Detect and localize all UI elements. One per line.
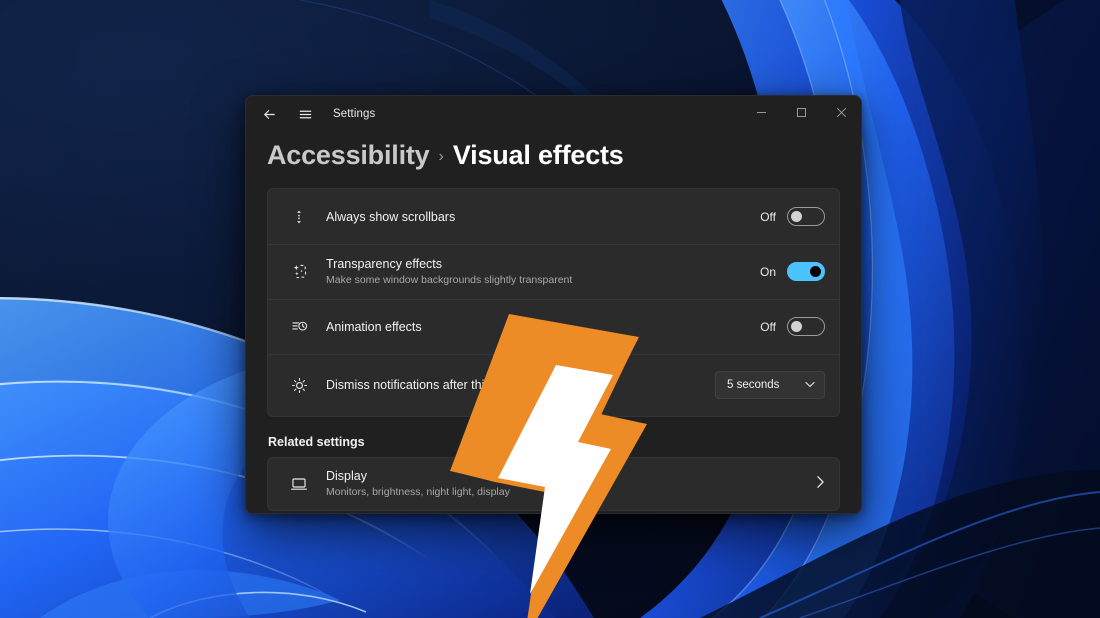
toggle-knob	[791, 321, 802, 332]
minimize-icon[interactable]	[741, 96, 781, 128]
setting-control: 5 seconds	[715, 371, 825, 399]
setting-text: Dismiss notifications after this amount …	[326, 377, 715, 393]
setting-title: Animation effects	[326, 319, 760, 335]
back-arrow-icon[interactable]	[253, 99, 285, 129]
dropdown-selected-value: 5 seconds	[727, 379, 779, 391]
chevron-down-icon	[805, 381, 815, 390]
page-title: Visual effects	[453, 140, 624, 171]
title-bar: Settings	[246, 96, 861, 132]
setting-subtitle: Make some window backgrounds slightly tr…	[326, 273, 760, 288]
setting-row-dismiss-notifications[interactable]: Dismiss notifications after this amount …	[268, 354, 839, 416]
toggle-always-show-scrollbars[interactable]	[787, 207, 825, 226]
scrollbar-icon	[284, 209, 314, 225]
related-settings-card: Display Monitors, brightness, night ligh…	[267, 457, 840, 511]
hamburger-menu-icon[interactable]	[289, 99, 321, 129]
dropdown-dismiss-notifications-time[interactable]: 5 seconds	[715, 371, 825, 399]
setting-row-animation-effects[interactable]: Animation effects Off	[268, 299, 839, 354]
transparency-sparkle-icon	[284, 263, 314, 280]
animation-effects-icon	[284, 318, 314, 335]
toggle-state-label: On	[760, 265, 776, 279]
setting-text: Animation effects	[326, 319, 760, 335]
maximize-icon[interactable]	[781, 96, 821, 128]
breadcrumb: Accessibility › Visual effects	[246, 132, 861, 188]
setting-control: Off	[760, 207, 825, 226]
setting-title: Always show scrollbars	[326, 209, 760, 225]
setting-row-always-show-scrollbars[interactable]: Always show scrollbars Off	[268, 189, 839, 244]
setting-text: Display Monitors, brightness, night ligh…	[326, 468, 816, 500]
toggle-animation-effects[interactable]	[787, 317, 825, 336]
setting-control	[816, 475, 825, 494]
breadcrumb-separator-icon: ›	[439, 148, 444, 166]
chevron-right-icon[interactable]	[816, 475, 825, 494]
brightness-sun-icon	[284, 377, 314, 394]
setting-subtitle: Monitors, brightness, night light, displ…	[326, 485, 816, 500]
related-row-display[interactable]: Display Monitors, brightness, night ligh…	[268, 458, 839, 510]
setting-text: Transparency effects Make some window ba…	[326, 256, 760, 288]
monitor-display-icon	[284, 475, 314, 493]
settings-window: Settings Accessibility › Visual effects	[245, 95, 862, 514]
setting-title: Display	[326, 468, 816, 484]
app-title: Settings	[333, 108, 375, 120]
settings-content: Always show scrollbars Off	[246, 188, 861, 511]
toggle-transparency-effects[interactable]	[787, 262, 825, 281]
breadcrumb-parent[interactable]: Accessibility	[267, 140, 430, 171]
setting-control: On	[760, 262, 825, 281]
close-icon[interactable]	[821, 96, 861, 128]
related-settings-heading: Related settings	[268, 435, 840, 449]
setting-control: Off	[760, 317, 825, 336]
setting-title: Transparency effects	[326, 256, 760, 272]
setting-title: Dismiss notifications after this amount …	[326, 377, 715, 393]
toggle-state-label: Off	[760, 320, 776, 334]
toggle-knob	[810, 266, 821, 277]
setting-text: Always show scrollbars	[326, 209, 760, 225]
window-controls	[741, 96, 861, 132]
setting-row-transparency-effects[interactable]: Transparency effects Make some window ba…	[268, 244, 839, 299]
toggle-state-label: Off	[760, 210, 776, 224]
visual-effects-card: Always show scrollbars Off	[267, 188, 840, 417]
toggle-knob	[791, 211, 802, 222]
